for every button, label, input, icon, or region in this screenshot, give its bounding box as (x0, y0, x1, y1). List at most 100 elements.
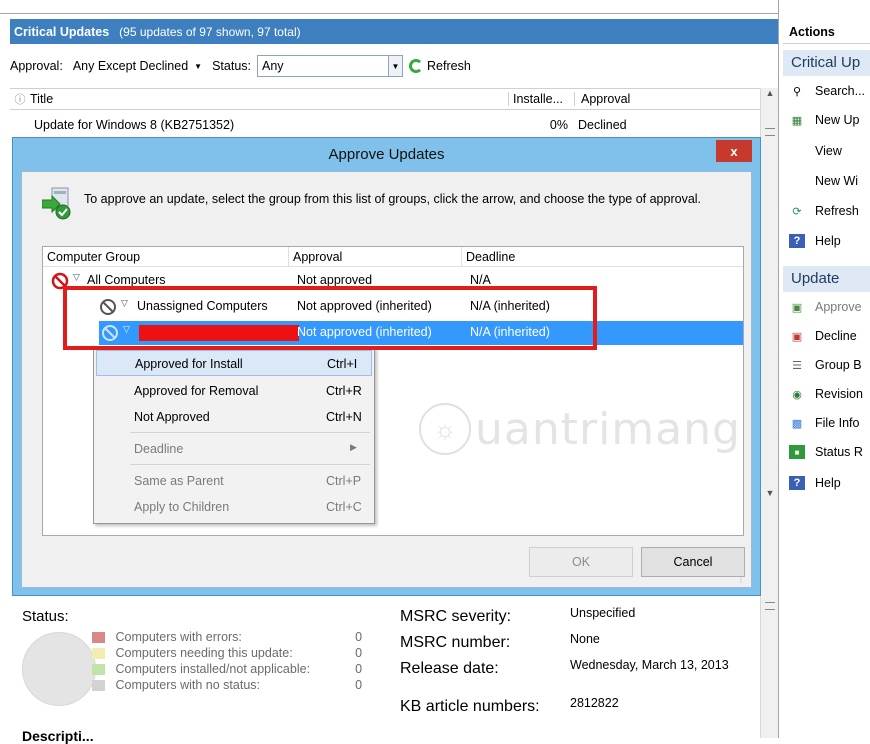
refresh-button[interactable]: Refresh (409, 59, 471, 73)
action-decline[interactable]: ▣ Decline (783, 325, 870, 347)
group-approval: Not approved (297, 273, 373, 287)
column-header-approval[interactable]: Approval (289, 246, 462, 267)
column-header-deadline[interactable]: Deadline (462, 247, 732, 267)
release-date-value: Wednesday, March 13, 2013 (570, 658, 729, 672)
new-update-view-icon: ▦ (791, 114, 803, 127)
approval-filter-label: Approval: (10, 59, 63, 73)
update-title: Update for Windows 8 (KB2751352) (34, 118, 235, 132)
action-label: Refresh (815, 204, 859, 218)
chevron-down-icon[interactable]: ▽ (73, 272, 80, 283)
actions-section-update[interactable]: Update (783, 266, 870, 292)
action-status-report[interactable]: ■ Status R (783, 441, 870, 463)
menu-item-shortcut: Ctrl+R (326, 384, 362, 398)
chevron-right-icon: ▶ (350, 442, 357, 452)
kb-article-label: KB article numbers: (400, 698, 540, 715)
column-header-computer-group[interactable]: Computer Group (43, 246, 289, 267)
menu-separator (130, 464, 370, 465)
action-label: Help (815, 476, 841, 490)
menu-item-label: Deadline (134, 442, 184, 456)
info-icon: ⓘ (14, 94, 26, 106)
action-help[interactable]: ? Help (783, 230, 870, 252)
menu-item-label: Approved for Removal (134, 384, 259, 398)
menu-item-apply-to-children[interactable]: Apply to Children Ctrl+C (96, 494, 372, 520)
action-group-by[interactable]: ☰ Group B (783, 354, 870, 376)
action-revision[interactable]: ◉ Revision (783, 383, 870, 405)
legend-no-status: Computers with no status: 0 (92, 678, 362, 692)
action-view[interactable]: View (783, 140, 870, 162)
action-refresh[interactable]: ⟳ Refresh (783, 200, 870, 222)
close-button[interactable]: x (716, 140, 752, 162)
red-highlight-box (63, 286, 597, 350)
menu-item-same-as-parent[interactable]: Same as Parent Ctrl+P (96, 468, 372, 494)
action-label: View (815, 144, 842, 158)
approval-filter-value: Any Except Declined (72, 59, 189, 73)
updates-grid-header: ⓘ Title Installe... Approval (10, 88, 778, 110)
menu-item-shortcut: Ctrl+N (326, 410, 362, 424)
legend-count: 0 (355, 646, 363, 660)
watermark-logo: ☼ uantrimang (419, 403, 741, 455)
update-installed: 0% (549, 118, 568, 132)
refresh-icon: ⟳ (792, 205, 802, 218)
menu-item-shortcut: Ctrl+P (326, 474, 362, 488)
menu-item-approved-for-removal[interactable]: Approved for Removal Ctrl+R (96, 378, 372, 404)
action-search[interactable]: ⚲ Search... (783, 80, 870, 102)
refresh-icon (409, 59, 423, 73)
status-filter-dropdown[interactable]: Any ▼ (257, 55, 403, 77)
legend-swatch (92, 679, 106, 691)
menu-separator (130, 432, 370, 433)
details-scrollbar[interactable] (760, 598, 778, 738)
action-file-info[interactable]: ▩ File Info (783, 412, 870, 434)
menu-item-label: Not Approved (134, 410, 210, 424)
grip-icon (765, 128, 775, 136)
action-approve[interactable]: ▣ Approve (783, 296, 870, 318)
column-header-title[interactable]: Title (30, 92, 508, 106)
menu-item-shortcut: Ctrl+I (327, 357, 358, 371)
actions-header: Actions (783, 20, 870, 44)
msrc-number-label: MSRC number: (400, 634, 511, 651)
action-new-update-view[interactable]: ▦ New Up (783, 109, 870, 131)
resize-grip-icon[interactable]: ⋮ (737, 575, 747, 585)
approve-updates-dialog: Approve Updates x To approve an update, … (12, 137, 761, 596)
update-approval: Declined (578, 118, 627, 132)
legend-needing: Computers needing this update: 0 (92, 646, 362, 660)
approve-icon: ▣ (791, 301, 803, 314)
cancel-button[interactable]: Cancel (641, 547, 745, 577)
menu-item-approved-for-install[interactable]: Approved for Install Ctrl+I (96, 350, 372, 376)
action-label: Search... (815, 84, 866, 98)
column-header-installed[interactable]: Installe... (508, 92, 574, 106)
table-row[interactable]: Update for Windows 8 (KB2751352) 0% Decl… (10, 114, 762, 136)
console-top-border (0, 0, 778, 14)
updates-scrollbar[interactable]: ▲ ▼ (760, 88, 778, 598)
revision-icon: ◉ (792, 388, 802, 401)
column-header-approval[interactable]: Approval (574, 92, 754, 106)
group-deadline: N/A (470, 273, 491, 287)
legend-label: Computers with no status: (115, 678, 260, 692)
group-icon: ☰ (792, 359, 802, 372)
actions-section-critical-updates[interactable]: Critical Up (783, 50, 870, 76)
status-report-icon: ■ (789, 445, 805, 459)
legend-label: Computers needing this update: (115, 646, 293, 660)
group-name: All Computers (87, 273, 166, 287)
status-label: Status: (22, 608, 69, 625)
lightbulb-icon: ☼ (419, 403, 471, 455)
status-filter-label: Status: (212, 59, 251, 73)
help-icon: ? (789, 476, 805, 490)
legend-count: 0 (355, 678, 363, 692)
approve-updates-icon (42, 187, 71, 220)
update-count: (95 updates of 97 shown, 97 total) (119, 24, 301, 39)
search-icon: ⚲ (792, 85, 802, 98)
menu-item-label: Approved for Install (135, 357, 243, 371)
legend-swatch (92, 631, 106, 643)
action-help-update[interactable]: ? Help (783, 472, 870, 494)
legend-count: 0 (355, 630, 363, 644)
scroll-down-icon[interactable]: ▼ (761, 488, 779, 504)
menu-item-deadline[interactable]: Deadline ▶ (96, 436, 372, 462)
action-new-window[interactable]: New Wi (783, 170, 870, 192)
ok-button[interactable]: OK (529, 547, 633, 577)
scroll-up-icon[interactable]: ▲ (761, 88, 779, 104)
approval-filter-dropdown[interactable]: Any Except Declined ▼ (68, 55, 207, 77)
action-label: Decline (815, 329, 857, 343)
status-pie-chart (22, 632, 96, 706)
menu-item-not-approved[interactable]: Not Approved Ctrl+N (96, 404, 372, 430)
menu-item-shortcut: Ctrl+C (326, 500, 362, 514)
